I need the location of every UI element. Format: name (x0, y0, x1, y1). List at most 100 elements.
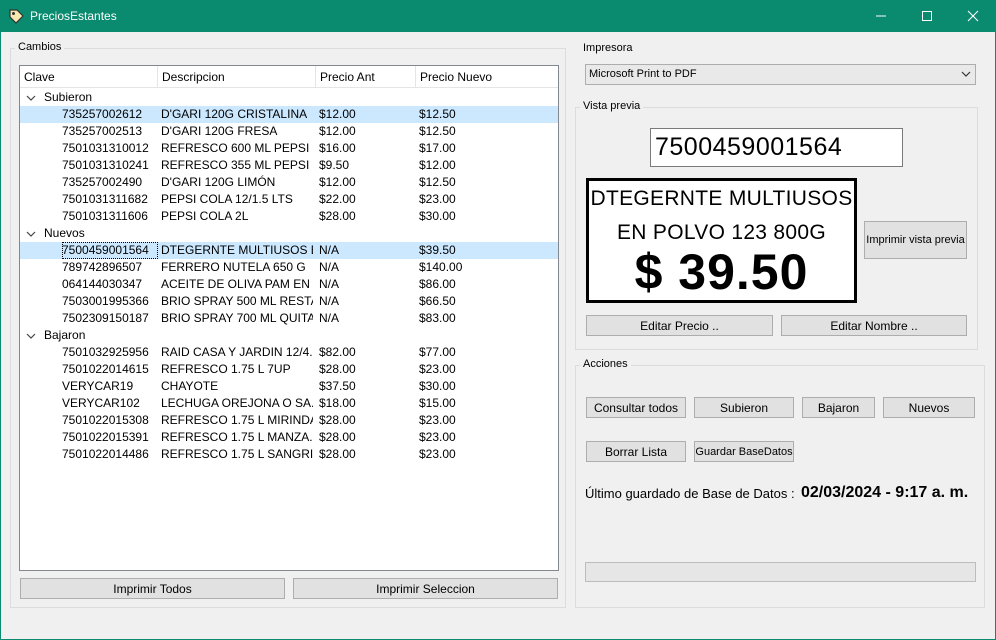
cell-desc: D'GARI 120G CRISTALINA (161, 107, 308, 121)
cell-nuevo: $83.00 (419, 311, 456, 325)
cell-clave: 735257002490 (62, 175, 143, 189)
cell-nuevo: $66.50 (419, 294, 456, 308)
tree-group-subieron[interactable]: Subieron (20, 89, 558, 106)
cell-desc: REFRESCO 1.75 L MIRINDA (161, 413, 313, 427)
guardar-basedatos-button[interactable]: Guardar BaseDatos (694, 441, 794, 462)
cell-desc: LECHUGA OREJONA O SA... (161, 396, 313, 410)
table-row[interactable]: 7501031310012 REFRESCO 600 ML PEPSI C... $… (20, 140, 558, 157)
cell-nuevo: $30.00 (419, 379, 456, 393)
cell-ant: N/A (319, 260, 340, 274)
label-line-1: DTEGERNTE MULTIUSOS (590, 187, 853, 210)
cell-clave: 7501031311682 (62, 192, 148, 206)
tree-header: Clave Descripcion Precio Ant Precio Nuev… (20, 66, 558, 88)
price-tag-icon (9, 9, 24, 24)
printer-select[interactable]: Microsoft Print to PDF (585, 64, 976, 85)
column-header-clave[interactable]: Clave (20, 66, 158, 88)
edit-name-button[interactable]: Editar Nombre .. (781, 315, 967, 336)
cell-ant: $9.50 (319, 158, 350, 172)
cell-clave: 7502309150187 (62, 311, 149, 325)
close-button[interactable] (950, 0, 996, 32)
cell-nuevo: $12.50 (419, 175, 456, 189)
tree-group-label: Subieron (44, 90, 93, 104)
cell-clave: 7501031310241 (62, 158, 149, 172)
cell-nuevo: $15.00 (419, 396, 456, 410)
vista-previa-label: Vista previa (580, 100, 644, 112)
table-row[interactable]: 7501031311606 PEPSI COLA 2L $28.00 $30.00 (20, 208, 558, 225)
cell-desc: D'GARI 120G LIMÓN (161, 175, 276, 189)
changes-tree-view[interactable]: Clave Descripcion Precio Ant Precio Nuev… (19, 65, 559, 571)
progress-bar (585, 562, 976, 582)
cell-nuevo: $30.00 (419, 209, 456, 223)
chevron-down-icon (961, 71, 971, 77)
last-saved-label: Último guardado de Base de Datos : (585, 486, 795, 501)
cell-ant: $28.00 (319, 209, 356, 223)
cell-ant: $28.00 (319, 413, 356, 427)
table-row[interactable]: 7501032925956 RAID CASA Y JARDIN 12/4... $… (20, 344, 558, 361)
column-header-precio-nuevo[interactable]: Precio Nuevo (416, 66, 558, 88)
print-selection-button[interactable]: Imprimir Seleccion (293, 578, 558, 599)
maximize-button[interactable] (904, 0, 950, 32)
title-bar[interactable]: PreciosEstantes (0, 0, 996, 32)
cell-nuevo: $86.00 (419, 277, 456, 291)
table-row[interactable]: 735257002513 D'GARI 120G FRESA $12.00 $12.5… (20, 123, 558, 140)
expand-caret-icon[interactable] (26, 93, 36, 103)
expand-caret-icon[interactable] (26, 229, 36, 239)
expand-caret-icon[interactable] (26, 331, 36, 341)
borrar-lista-button[interactable]: Borrar Lista (586, 441, 686, 462)
nuevos-button[interactable]: Nuevos (883, 397, 975, 418)
cell-ant: $12.00 (319, 107, 356, 121)
tree-group-nuevos[interactable]: Nuevos (20, 225, 558, 242)
cell-clave: 7501032925956 (62, 345, 149, 359)
cell-desc: D'GARI 120G FRESA (161, 124, 278, 138)
cell-nuevo: $12.50 (419, 124, 456, 138)
cell-ant: $16.00 (319, 141, 356, 155)
table-row[interactable]: 064144030347 ACEITE DE OLIVA PAM EN ... N/… (20, 276, 558, 293)
cell-nuevo: $140.00 (419, 260, 463, 274)
table-row[interactable]: VERYCAR102 LECHUGA OREJONA O SA... $18.00 $… (20, 395, 558, 412)
cell-ant: N/A (319, 277, 340, 291)
print-preview-button[interactable]: Imprimir vista previa (864, 221, 967, 259)
table-row[interactable]: 7501022015308 REFRESCO 1.75 L MIRINDA $28.… (20, 412, 558, 429)
column-header-precio-ant[interactable]: Precio Ant (316, 66, 416, 88)
cell-desc: REFRESCO 1.75 L MANZA... (161, 430, 313, 444)
cell-nuevo: $23.00 (419, 192, 456, 206)
cell-ant: $22.00 (319, 192, 356, 206)
table-row[interactable]: 735257002612 D'GARI 120G CRISTALINA $12.00… (20, 106, 558, 123)
label-line-2: EN POLVO 123 800G (617, 221, 826, 244)
bajaron-button[interactable]: Bajaron (802, 397, 875, 418)
table-row[interactable]: 7501031310241 REFRESCO 355 ML PEPSI C... $… (20, 157, 558, 174)
table-row[interactable]: 789742896507 FERRERO NUTELA 650 G N/A $140.… (20, 259, 558, 276)
cell-clave: 7501022015308 (62, 413, 149, 427)
table-row[interactable]: 7503001995366 BRIO SPRAY 500 ML RESTA... N… (20, 293, 558, 310)
cell-desc: FERRERO NUTELA 650 G (161, 260, 306, 274)
print-all-button[interactable]: Imprimir Todos (20, 578, 285, 599)
edit-price-button[interactable]: Editar Precio .. (586, 315, 773, 336)
cell-ant: N/A (319, 311, 340, 325)
table-row[interactable]: 735257002490 D'GARI 120G LIMÓN $12.00 $12.5… (20, 174, 558, 191)
table-row[interactable]: 7502309150187 BRIO SPRAY 700 ML QUITA... N… (20, 310, 558, 327)
last-saved-value: 02/03/2024 - 9:17 a. m. (801, 484, 969, 501)
cell-ant: N/A (319, 294, 340, 308)
cell-nuevo: $23.00 (419, 362, 456, 376)
cell-desc: CHAYOTE (161, 379, 219, 393)
table-row[interactable]: 7501031311682 PEPSI COLA 12/1.5 LTS $22.00… (20, 191, 558, 208)
table-row[interactable]: 7501022015391 REFRESCO 1.75 L MANZA... $28… (20, 429, 558, 446)
cell-nuevo: $77.00 (419, 345, 456, 359)
cell-desc: REFRESCO 355 ML PEPSI C... (161, 158, 313, 172)
barcode-input[interactable]: 7500459001564 (650, 128, 903, 167)
column-header-descripcion[interactable]: Descripcion (158, 66, 316, 88)
minimize-button[interactable] (858, 0, 904, 32)
tree-group-bajaron[interactable]: Bajaron (20, 327, 558, 344)
cell-clave: 7501031311606 (62, 209, 148, 223)
minimize-icon (876, 15, 886, 17)
tree-group-label: Bajaron (44, 328, 86, 342)
consultar-todos-button[interactable]: Consultar todos (586, 397, 686, 418)
table-row[interactable]: VERYCAR19 CHAYOTE $37.50 $30.00 (20, 378, 558, 395)
table-row[interactable]: 7501022014486 REFRESCO 1.75 L SANGRIA... $… (20, 446, 558, 463)
table-row[interactable]: 7501022014615 REFRESCO 1.75 L 7UP $28.00 $2… (20, 361, 558, 378)
cell-nuevo: $12.50 (419, 107, 456, 121)
subieron-button[interactable]: Subieron (694, 397, 794, 418)
table-row[interactable]: 7500459001564 DTEGERNTE MULTIUSOS E... N/A… (20, 242, 558, 259)
cell-ant: $28.00 (319, 430, 356, 444)
printer-select-value: Microsoft Print to PDF (589, 68, 697, 80)
